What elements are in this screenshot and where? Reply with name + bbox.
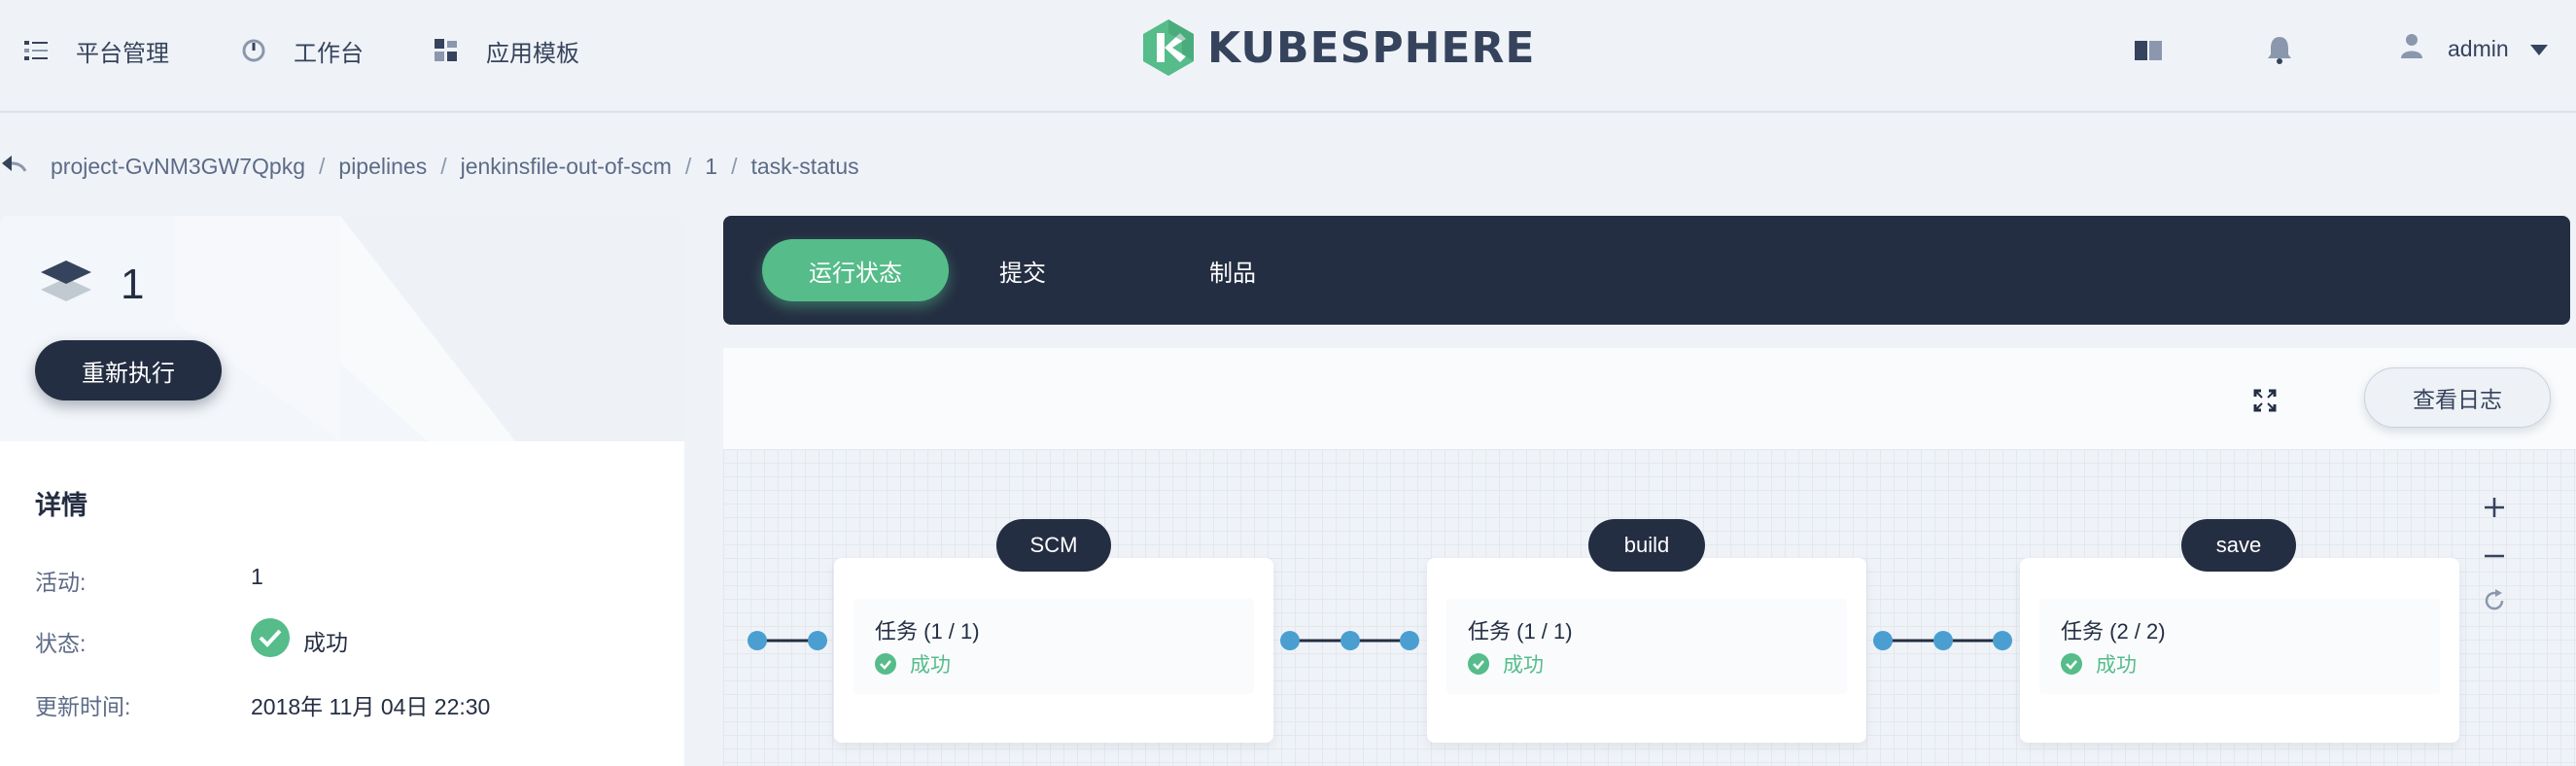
back-arrow-icon[interactable]: [0, 152, 27, 181]
tab-run-status[interactable]: 运行状态: [762, 239, 949, 301]
stage-status: 成功: [2061, 649, 2137, 679]
detail-value-activity: 1: [251, 564, 263, 590]
run-summary-card: [0, 216, 684, 441]
reset-zoom-icon[interactable]: [2483, 589, 2506, 617]
nav-label: 应用模板: [486, 40, 579, 67]
nav-platform-management[interactable]: 平台管理: [23, 33, 169, 68]
avatar: [2401, 33, 2422, 64]
tab-commits[interactable]: 提交: [960, 239, 1085, 301]
apps-icon: [434, 38, 459, 63]
detail-value-status: 成功: [251, 618, 348, 663]
breadcrumb-project[interactable]: project-GvNM3GW7Qpkg: [51, 154, 305, 180]
docs-icon[interactable]: [2135, 39, 2162, 67]
breadcrumb-separator: /: [731, 153, 738, 179]
updated-value: 2018年 11月 04日 22:30: [251, 694, 491, 719]
kubesphere-logo-icon: [1143, 19, 1194, 76]
stage-card-build[interactable]: 任务 (1 / 1) 成功: [1427, 558, 1866, 743]
stage-task-count: 任务 (1 / 1): [1468, 619, 1573, 644]
stage-card-scm[interactable]: 任务 (1 / 1) 成功: [834, 558, 1273, 743]
list-icon: [23, 38, 49, 63]
stage-status-label: 成功: [2096, 654, 2137, 677]
nav-app-templates[interactable]: 应用模板: [434, 33, 579, 68]
nav-label: 工作台: [294, 40, 364, 67]
layers-icon: [41, 259, 91, 312]
run-id: 1: [121, 261, 145, 308]
breadcrumb: project-GvNM3GW7Qpkg / pipelines / jenki…: [0, 150, 859, 183]
status-value: 成功: [303, 630, 348, 655]
zoom-out-icon[interactable]: [2483, 544, 2506, 573]
stage-task-box[interactable]: 任务 (1 / 1) 成功: [853, 599, 1254, 694]
breadcrumb-current: task-status: [750, 153, 859, 179]
detail-label-updated: 更新时间:: [35, 694, 131, 719]
breadcrumb-separator: /: [684, 153, 692, 179]
background-decoration: [175, 216, 684, 441]
logo-text: KUBESPHERE: [1207, 22, 1536, 73]
breadcrumb-separator: /: [319, 153, 326, 179]
tab-artifacts[interactable]: 制品: [1170, 239, 1295, 301]
user-name: admin: [2448, 35, 2509, 61]
zoom-in-icon[interactable]: [2483, 496, 2506, 524]
stage-task-count: 任务 (2 / 2): [2061, 619, 2166, 644]
kubesphere-logo[interactable]: KUBESPHERE: [1143, 19, 1535, 76]
top-navigation-bar: 平台管理 工作台 应用模板 KUBESPHERE admin: [0, 0, 2576, 113]
stage-task-box[interactable]: 任务 (1 / 1) 成功: [1446, 599, 1847, 694]
bell-icon[interactable]: [2267, 35, 2292, 69]
stage-status-label: 成功: [1503, 654, 1544, 677]
detail-label-activity: 活动:: [35, 570, 87, 595]
rerun-button[interactable]: 重新执行: [35, 340, 222, 400]
success-check-icon: [1468, 653, 1489, 675]
stage-task-box[interactable]: 任务 (2 / 2) 成功: [2039, 599, 2440, 694]
stage-card-save[interactable]: 任务 (2 / 2) 成功: [2020, 558, 2459, 743]
view-logs-button[interactable]: 查看日志: [2364, 367, 2551, 428]
stage-name-build: build: [1588, 519, 1705, 572]
stage-name-save: save: [2181, 519, 2296, 572]
stage-status-label: 成功: [910, 654, 951, 677]
breadcrumb-pipelines[interactable]: pipelines: [338, 154, 427, 180]
success-check-icon: [2061, 653, 2082, 675]
stage-name-scm: SCM: [996, 519, 1111, 572]
run-tabs: 运行状态 提交 制品: [723, 216, 2570, 325]
user-menu[interactable]: admin: [2401, 33, 2548, 64]
stage-task-count: 任务 (1 / 1): [875, 619, 980, 644]
nav-workbench[interactable]: 工作台: [241, 33, 364, 68]
fullscreen-icon[interactable]: [2253, 389, 2277, 417]
success-check-icon: [875, 653, 896, 675]
caret-down-icon: [2529, 36, 2548, 62]
detail-label-status: 状态:: [35, 631, 87, 656]
activity-value: 1: [251, 564, 263, 589]
graph-toolbar: [723, 348, 2576, 449]
breadcrumb-pipeline[interactable]: jenkinsfile-out-of-scm: [461, 154, 672, 180]
details-title: 详情: [35, 491, 87, 520]
stage-status: 成功: [875, 649, 951, 679]
breadcrumb-run[interactable]: 1: [705, 154, 717, 180]
nav-label: 平台管理: [76, 40, 169, 67]
success-check-icon: [251, 618, 290, 663]
dashboard-icon: [241, 38, 266, 63]
stage-status: 成功: [1468, 649, 1544, 679]
breadcrumb-separator: /: [440, 153, 447, 179]
detail-value-updated: 2018年 11月 04日 22:30: [251, 688, 490, 721]
